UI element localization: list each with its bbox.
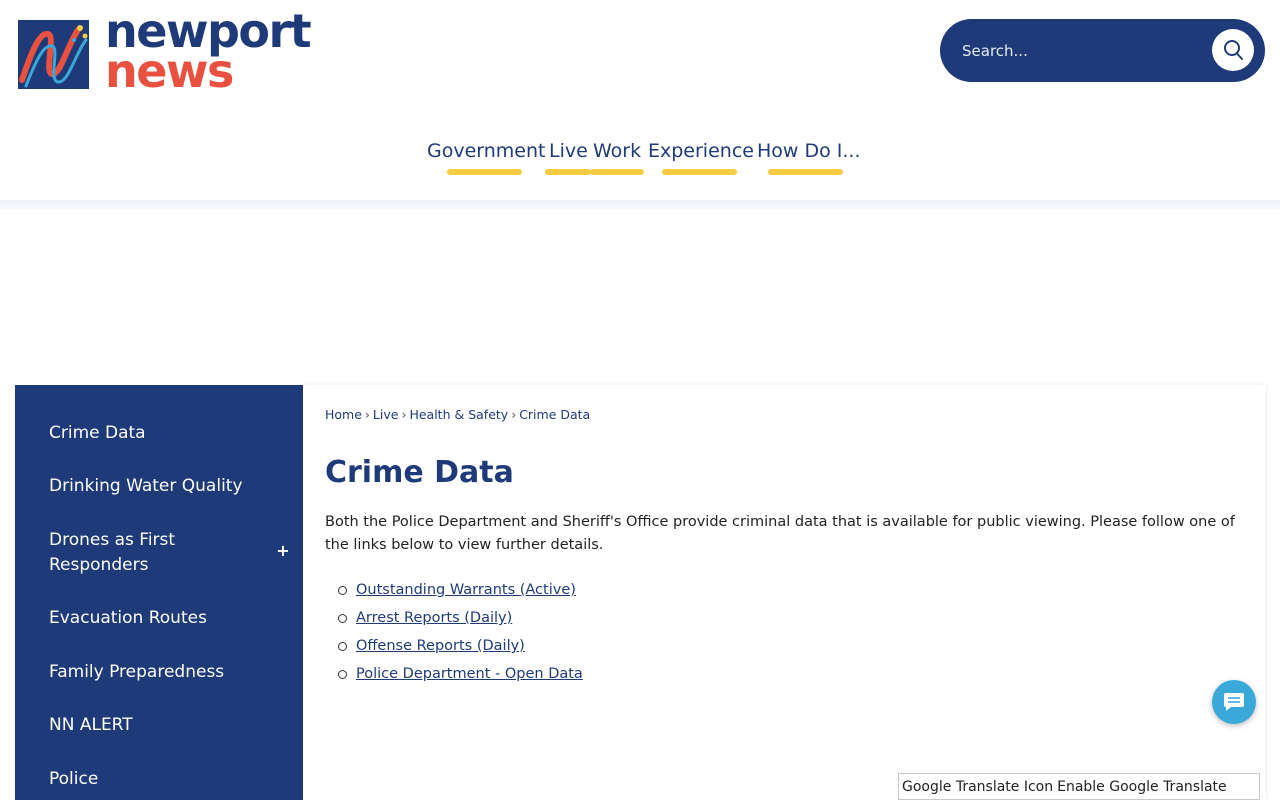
breadcrumb: Home › Live › Health & Safety › Crime Data (325, 407, 590, 422)
list-item: Outstanding Warrants (Active) (325, 579, 583, 607)
nav-underline (768, 169, 843, 175)
link-police-open-data[interactable]: Police Department - Open Data (356, 666, 583, 682)
breadcrumb-live[interactable]: Live (373, 407, 399, 422)
breadcrumb-separator: › (364, 407, 370, 422)
search-input[interactable] (962, 37, 1202, 65)
chat-icon (1224, 693, 1244, 711)
link-offense-reports[interactable]: Offense Reports (Daily) (356, 638, 525, 654)
search-box (940, 19, 1265, 82)
intro-paragraph: Both the Police Department and Sheriff's… (325, 514, 1235, 553)
link-arrest-reports[interactable]: Arrest Reports (Daily) (356, 610, 512, 626)
list-item: Offense Reports (Daily) (325, 635, 583, 663)
breadcrumb-crime-data[interactable]: Crime Data (519, 407, 590, 422)
breadcrumb-home[interactable]: Home (325, 407, 362, 422)
nav-how-do-i[interactable]: How Do I... (757, 138, 861, 178)
link-outstanding-warrants[interactable]: Outstanding Warrants (Active) (356, 582, 576, 598)
google-translate-button[interactable]: Google Translate Icon Enable Google Tran… (898, 773, 1260, 800)
nav-underline (447, 169, 522, 175)
sidebar-item-drones-as-first-responders[interactable]: Drones as First Responders (49, 528, 249, 578)
page-title: Crime Data (325, 455, 514, 490)
nav-government[interactable]: Government (427, 138, 546, 178)
plus-icon[interactable]: + (275, 541, 291, 561)
sidebar-item-crime-data[interactable]: Crime Data (49, 421, 279, 446)
data-links-list: Outstanding Warrants (Active) Arrest Rep… (325, 579, 583, 691)
nav-underline (662, 169, 737, 175)
breadcrumb-health-safety[interactable]: Health & Safety (409, 407, 508, 422)
sidebar: Crime Data Drinking Water Quality Drones… (15, 385, 303, 800)
google-translate-icon: Google Translate Icon (902, 778, 1054, 795)
breadcrumb-separator: › (401, 407, 407, 422)
nav-label: How Do I... (757, 140, 861, 162)
nav-underline (590, 169, 644, 175)
site-header: newport news Government Live Work Experi… (0, 0, 1280, 200)
sidebar-item-police[interactable]: Police (49, 767, 279, 792)
nav-label: Work (593, 140, 642, 162)
nav-label: Experience (648, 140, 754, 162)
nav-label: Live (549, 140, 588, 162)
search-icon (1224, 40, 1243, 60)
main-content: Home › Live › Health & Safety › Crime Data Cri… (303, 385, 1265, 800)
nav-label: Government (427, 140, 546, 162)
nav-work[interactable]: Work (590, 138, 645, 178)
sidebar-item-nn-alert[interactable]: NN ALERT (49, 713, 279, 738)
header-divider (0, 200, 1280, 210)
sidebar-item-drinking-water-quality[interactable]: Drinking Water Quality (49, 474, 279, 499)
sidebar-item-evacuation-routes[interactable]: Evacuation Routes (49, 606, 279, 631)
google-translate-label: Enable Google Translate (1057, 778, 1227, 795)
logo-mark-icon (18, 20, 89, 89)
sidebar-item-family-preparedness[interactable]: Family Preparedness (49, 660, 279, 685)
nav-underline (545, 169, 591, 175)
breadcrumb-separator: › (511, 407, 517, 422)
list-item: Arrest Reports (Daily) (325, 607, 583, 635)
list-item: Police Department - Open Data (325, 663, 583, 691)
nav-live[interactable]: Live (545, 138, 591, 178)
logo-word-news: news (105, 44, 234, 98)
site-logo[interactable]: newport news (18, 4, 328, 98)
search-button[interactable] (1212, 29, 1254, 71)
chat-button[interactable] (1212, 680, 1256, 724)
nav-experience[interactable]: Experience (648, 138, 754, 178)
